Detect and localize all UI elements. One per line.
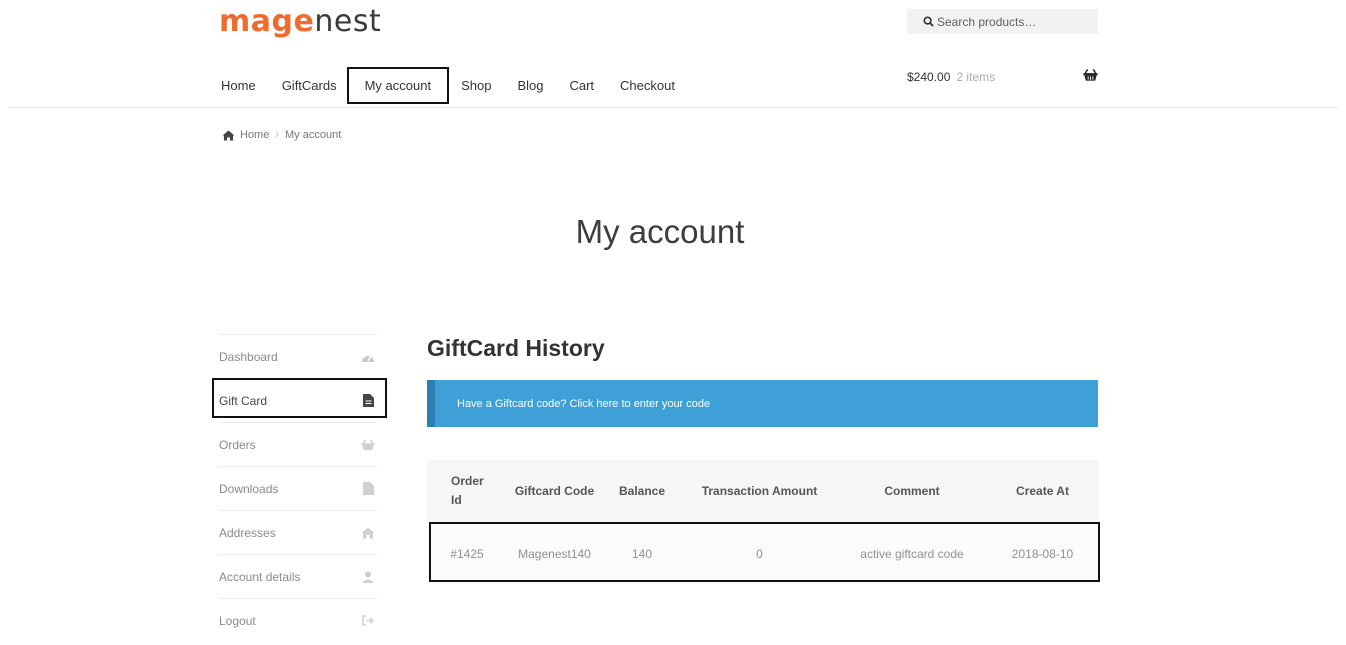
nav-home[interactable]: Home: [221, 78, 256, 93]
cart-count: 2 items: [956, 70, 996, 84]
column-header: Create At: [1016, 484, 1069, 498]
logout-icon: [361, 614, 375, 628]
giftcard-history-title: GiftCard History: [427, 335, 605, 361]
basket-icon: [361, 438, 375, 452]
sidebar-item-label: Dashboard: [219, 349, 278, 364]
sidebar-item-downloads[interactable]: Downloads: [219, 466, 377, 510]
nav-my-account[interactable]: My account: [346, 67, 450, 104]
sidebar-item-logout[interactable]: Logout: [219, 598, 377, 642]
column-header: Balance: [618, 484, 666, 498]
breadcrumb: Home › My account: [222, 129, 341, 141]
table-row-highlight-box: [429, 522, 1100, 582]
column-header: Order Id: [451, 474, 484, 507]
logo-part-2: e: [293, 4, 315, 39]
page-title: My account: [575, 213, 745, 250]
logo-part-1: mag: [219, 4, 294, 39]
breadcrumb-separator: ›: [275, 129, 280, 141]
column-header: Comment: [884, 484, 940, 498]
dashboard-icon: [361, 350, 375, 364]
nav-checkout[interactable]: Checkout: [620, 78, 675, 93]
logo-part-3: nest: [314, 4, 382, 39]
search-input[interactable]: Search products…: [907, 9, 1098, 34]
sidebar-item-label: Orders: [219, 437, 256, 452]
notice-link-text[interactable]: Have a Giftcard code? Click here to ente…: [457, 398, 710, 410]
column-header: Giftcard Code: [514, 484, 595, 498]
nav-cart[interactable]: Cart: [569, 78, 594, 93]
sidebar-item-orders[interactable]: Orders: [219, 422, 377, 466]
giftcard-code-notice[interactable]: Have a Giftcard code? Click here to ente…: [427, 380, 1098, 427]
breadcrumb-current: My account: [285, 129, 342, 141]
header-divider: [8, 107, 1338, 108]
search-icon: [923, 16, 934, 27]
sidebar-item-dashboard[interactable]: Dashboard: [219, 334, 377, 378]
home-icon: [222, 129, 235, 141]
sidebar-item-label: Account details: [219, 569, 301, 584]
gift-card-highlight-box: [212, 378, 387, 418]
sidebar-item-label: Logout: [219, 613, 256, 628]
user-icon: [361, 570, 375, 584]
site-logo[interactable]: magenest: [219, 4, 381, 39]
sidebar-item-label: Downloads: [219, 481, 279, 496]
sidebar-item-addresses[interactable]: Addresses: [219, 510, 377, 554]
file-icon: [361, 482, 375, 496]
cart-total[interactable]: $240.00 2 items: [907, 70, 995, 84]
sidebar-item-label: Addresses: [219, 525, 276, 540]
nav-shop[interactable]: Shop: [461, 78, 491, 93]
basket-icon[interactable]: [1083, 68, 1098, 87]
column-header: Transaction Amount: [701, 484, 818, 498]
nav-blog[interactable]: Blog: [517, 78, 543, 93]
main-nav: Home GiftCards My account Shop Blog Cart…: [221, 67, 701, 104]
nav-giftcards[interactable]: GiftCards: [282, 78, 337, 93]
cart-amount: $240.00: [907, 70, 951, 84]
table-header: Order Id Giftcard Code Balance Transacti…: [427, 460, 1098, 522]
breadcrumb-home[interactable]: Home: [240, 129, 269, 141]
home-icon: [361, 526, 375, 540]
search-placeholder: Search products…: [937, 14, 1037, 29]
sidebar-item-account-details[interactable]: Account details: [219, 554, 377, 598]
